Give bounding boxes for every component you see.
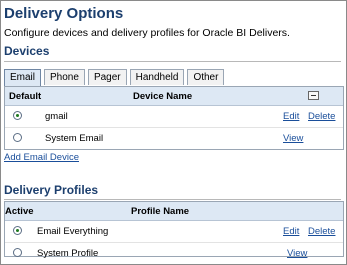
view-link[interactable]: View	[287, 248, 307, 259]
tab-email[interactable]: Email	[4, 69, 42, 86]
device-type-tabs: Email Phone Pager Handheld Other	[4, 69, 227, 86]
profile-name: Email Everything	[37, 226, 109, 237]
tab-other[interactable]: Other	[187, 69, 225, 85]
add-email-device-link[interactable]: Add Email Device	[4, 152, 79, 163]
table-row: System Email View	[5, 128, 343, 149]
devices-divider	[4, 61, 341, 62]
default-device-radio[interactable]	[13, 133, 22, 142]
devices-table: Default Device Name gmail Edit Delete Sy…	[4, 86, 344, 150]
page-title: Delivery Options	[4, 5, 124, 22]
view-link[interactable]: View	[283, 133, 303, 144]
profile-name: System Profile	[37, 248, 99, 259]
column-header-active: Active	[5, 206, 34, 217]
table-row: Email Everything Edit Delete	[5, 221, 343, 243]
profiles-table-header: Active Profile Name	[5, 202, 343, 221]
device-name: System Email	[45, 133, 104, 144]
profiles-divider	[4, 199, 341, 200]
device-name: gmail	[45, 111, 68, 122]
tab-pager[interactable]: Pager	[87, 69, 127, 85]
tab-handheld[interactable]: Handheld	[129, 69, 185, 85]
devices-table-header: Default Device Name	[5, 87, 343, 106]
column-header-device-name: Device Name	[133, 91, 193, 102]
profiles-table: Active Profile Name Email Everything Edi…	[4, 201, 344, 259]
delivery-profiles-heading: Delivery Profiles	[4, 183, 99, 197]
column-header-profile-name: Profile Name	[131, 206, 190, 217]
tab-phone[interactable]: Phone	[44, 69, 85, 85]
active-profile-radio[interactable]	[13, 226, 22, 235]
collapse-icon[interactable]	[308, 91, 319, 100]
edit-link[interactable]: Edit	[283, 111, 299, 122]
edit-link[interactable]: Edit	[283, 226, 299, 237]
table-row: System Profile View	[5, 243, 343, 264]
delete-link[interactable]: Delete	[308, 226, 335, 237]
page-description: Configure devices and delivery profiles …	[4, 27, 290, 39]
column-header-default: Default	[9, 91, 42, 102]
active-profile-radio[interactable]	[13, 248, 22, 257]
delete-link[interactable]: Delete	[308, 111, 335, 122]
default-device-radio[interactable]	[13, 111, 22, 120]
devices-heading: Devices	[4, 44, 50, 58]
table-row: gmail Edit Delete	[5, 106, 343, 128]
